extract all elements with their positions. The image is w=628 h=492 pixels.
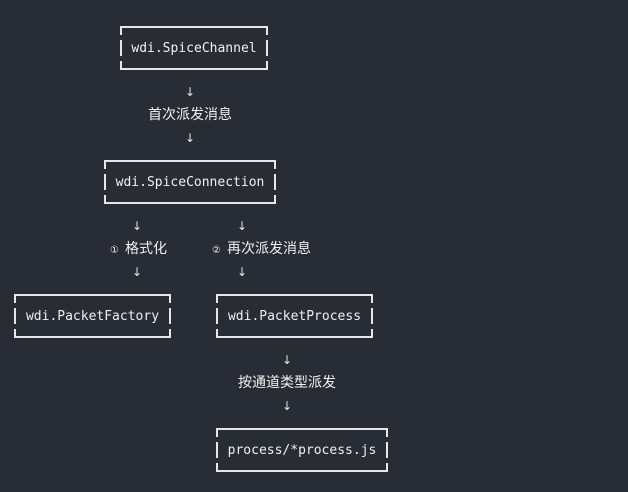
node-spice-channel: wdi.SpiceChannel — [120, 26, 268, 70]
node-packet-process: wdi.PacketProcess — [216, 294, 373, 338]
arrow-down-icon: ↓ — [184, 131, 196, 145]
arrow-down-icon: ↓ — [184, 85, 196, 99]
arrow-down-icon: ↓ — [131, 265, 143, 279]
edge-label-format-text: 格式化 — [124, 241, 167, 257]
node-packet-factory-label: wdi.PacketFactory — [25, 308, 160, 324]
edge-label-redispatch: ② 再次派发消息 — [212, 241, 311, 259]
node-spice-channel-label: wdi.SpiceChannel — [131, 40, 257, 56]
arrow-down-icon: ↓ — [236, 265, 248, 279]
arrow-down-icon: ↓ — [281, 353, 293, 367]
node-spice-connection: wdi.SpiceConnection — [104, 160, 276, 204]
step-1-badge: ① — [110, 245, 119, 256]
arrow-down-icon: ↓ — [281, 399, 293, 413]
arrow-down-icon: ↓ — [131, 219, 143, 233]
edge-label-redispatch-text: 再次派发消息 — [226, 241, 311, 257]
edge-label-by-channel-type: 按通道类型派发 — [238, 375, 336, 391]
node-process-js: process/*process.js — [216, 428, 388, 472]
step-2-badge: ② — [212, 245, 221, 256]
edge-label-first-dispatch: 首次派发消息 — [148, 107, 232, 123]
node-spice-connection-label: wdi.SpiceConnection — [115, 174, 265, 190]
node-packet-process-label: wdi.PacketProcess — [227, 308, 362, 324]
edge-label-format: ① 格式化 — [110, 241, 167, 259]
arrow-down-icon: ↓ — [236, 219, 248, 233]
node-process-js-label: process/*process.js — [227, 442, 377, 458]
node-packet-factory: wdi.PacketFactory — [14, 294, 171, 338]
